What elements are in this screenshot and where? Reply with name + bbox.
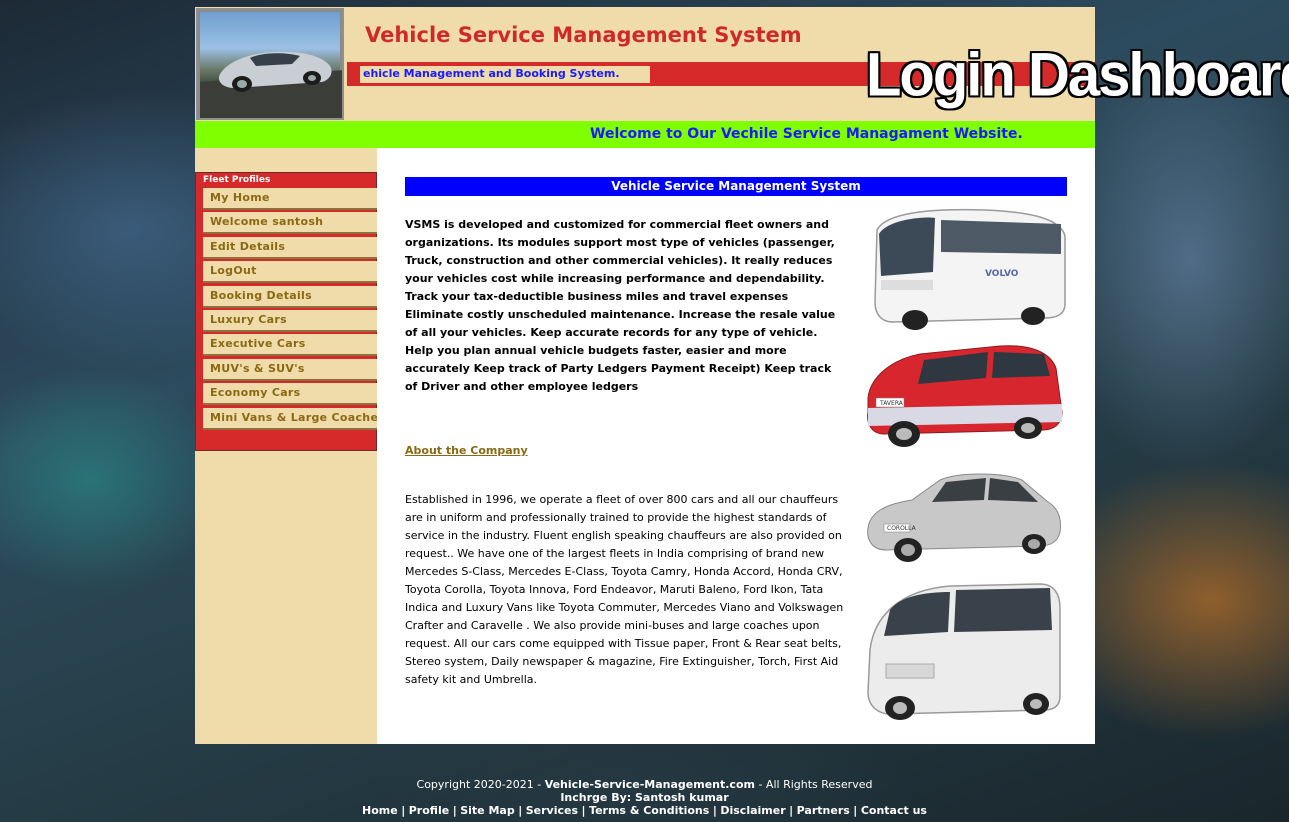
sidebar-item-logout[interactable]: LogOut [203,261,377,283]
volvo-bus-image: VOLVO [874,208,1066,330]
copyright-line: Copyright 2020-2021 - Vehicle-Service-Ma… [416,778,873,791]
section-title-bar: Vehicle Service Management System [405,177,1067,196]
sidebar-item-mini-vans[interactable]: Mini Vans & Large Coaches [203,408,385,430]
sidebar-item-label: MUV's & SUV's [210,362,305,375]
welcome-bar: Welcome to Our Vechile Service Managamen… [195,121,1095,148]
sidebar-item-label: Mini Vans & Large Coaches [210,411,386,424]
sidebar-item-label: Economy Cars [210,386,301,399]
bus-brand-label: VOLVO [985,269,1019,279]
welcome-message: Welcome to Our Vechile Service Managamen… [590,126,1023,142]
sidebar-item-luxury-cars[interactable]: Luxury Cars [203,310,377,332]
sidebar-item-label: Welcome santosh [210,215,324,228]
car-plate-label: COROLLA [887,525,917,532]
sidebar-item-label: Luxury Cars [210,313,287,326]
sidebar: Fleet Profiles My Home Welcome santosh E… [195,148,385,744]
sidebar-item-label: Edit Details [210,240,286,253]
site-tagline: ehicle Management and Booking System. [363,67,620,80]
intro-paragraph: VSMS is developed and customized for com… [405,218,836,393]
tagline-box: ehicle Management and Booking System. [360,66,650,83]
footer-link-profile[interactable]: Profile [409,804,449,817]
footer-link-contact[interactable]: Contact us [861,804,927,817]
red-suv-image: TAVERA [867,345,1063,447]
sidebar-item-welcome[interactable]: Welcome santosh [203,212,377,234]
footer-link-services[interactable]: Services [526,804,578,817]
menu-title: Fleet Profiles [203,175,271,185]
page-container: Vehicle Service Management System ehicle… [195,7,1095,744]
suv-plate-label: TAVERA [879,400,904,407]
sidebar-item-label: LogOut [210,264,257,277]
footer-nav: Home | Profile | Site Map | Services | T… [362,804,927,817]
sports-car-icon [200,51,342,118]
footer-link-terms[interactable]: Terms & Conditions [589,804,709,817]
sidebar-item-label: Executive Cars [210,337,306,350]
site-title: Vehicle Service Management System [365,23,802,47]
main-content: Vehicle Service Management System VSMS i… [377,148,1095,744]
hero-car-image [196,8,344,120]
about-company-link[interactable]: About the Company [405,444,528,457]
sidebar-item-my-home[interactable]: My Home [203,188,377,210]
footer-link-partners[interactable]: Partners [797,804,850,817]
sidebar-item-label: My Home [210,191,270,204]
sidebar-item-booking-details[interactable]: Booking Details [203,286,377,308]
company-paragraph: Established in 1996, we operate a fleet … [405,493,844,686]
white-van-image [867,583,1061,720]
sidebar-item-muv-suv[interactable]: MUV's & SUV's [203,359,377,381]
incharge-line: Inchrge By: Santosh kumar [560,791,729,804]
footer-link-disclaimer[interactable]: Disclaimer [720,804,785,817]
footer-link-site-map[interactable]: Site Map [460,804,514,817]
sidebar-item-executive-cars[interactable]: Executive Cars [203,334,377,356]
section-title: Vehicle Service Management System [611,179,861,193]
fleet-profiles-menu: Fleet Profiles My Home Welcome santosh E… [195,172,385,451]
copyright-site: Vehicle-Service-Management.com [544,778,755,791]
sidebar-item-economy-cars[interactable]: Economy Cars [203,383,377,405]
login-dashboard-banner: Login Dashboard [866,41,1289,110]
sidebar-item-edit-details[interactable]: Edit Details [203,237,377,259]
sidebar-item-label: Booking Details [210,289,312,302]
footer-link-home[interactable]: Home [362,804,398,817]
silver-hatchback-image: COROLLA [867,473,1061,562]
